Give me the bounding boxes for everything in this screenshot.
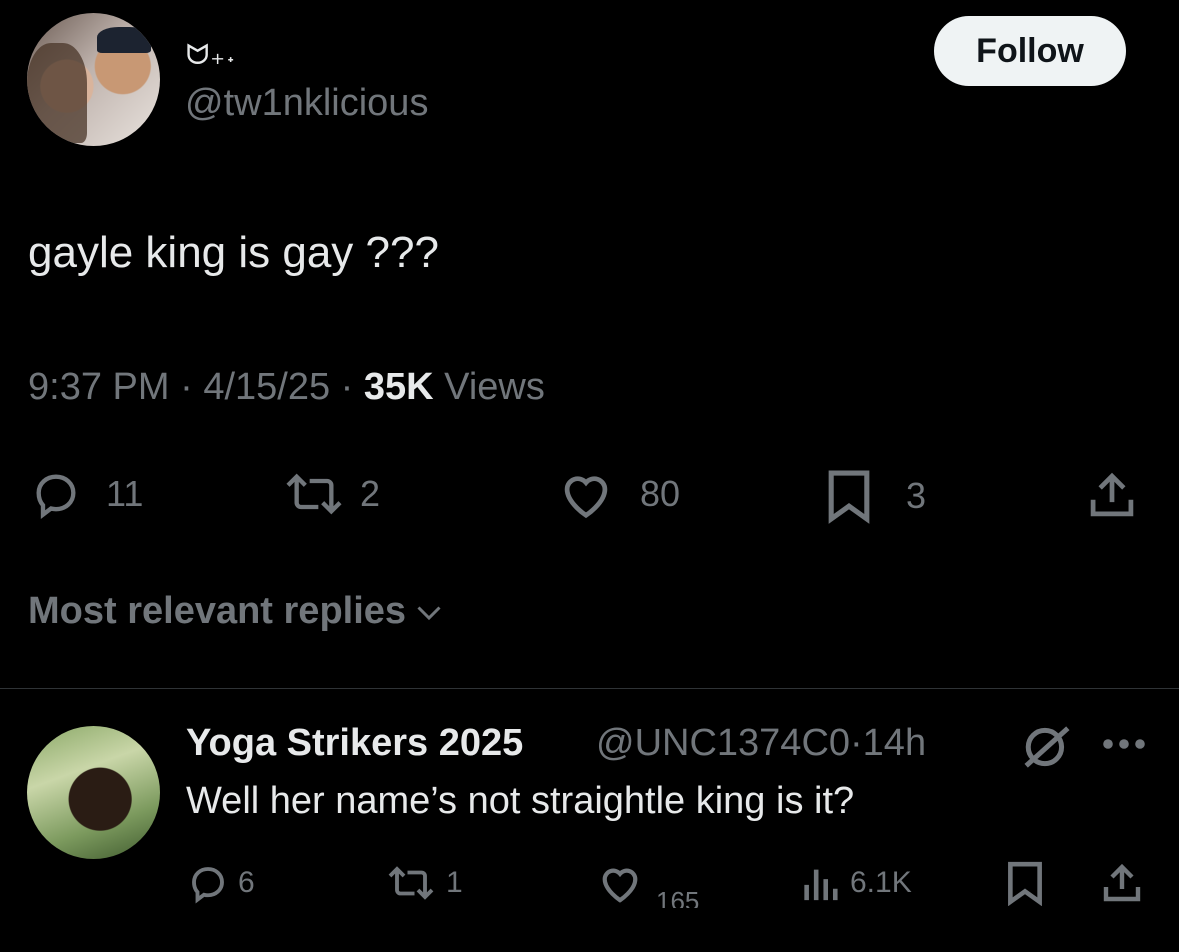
reply-bookmark-action[interactable]	[1006, 860, 1044, 906]
reply-count: 11	[106, 473, 144, 514]
display-name[interactable]: ᗢ₊˖	[186, 38, 236, 72]
bookmark-count: 3	[906, 475, 927, 516]
views-icon	[804, 869, 838, 901]
share-icon	[1103, 863, 1141, 902]
repost-icon	[286, 473, 342, 515]
reply-handle-meta: @UNC1374C0·14h	[596, 722, 926, 765]
avatar-photo-detail	[27, 43, 87, 143]
reply-reply-action[interactable]: 6	[186, 862, 255, 904]
like-count-animation: 165 165	[656, 852, 716, 908]
reply-views-action[interactable]: 6.1K	[800, 862, 912, 904]
tweet-time[interactable]: 9:37 PM	[28, 366, 170, 408]
separator: ·	[180, 366, 193, 408]
repost-icon	[388, 866, 434, 900]
divider	[0, 688, 1179, 689]
repost-action[interactable]: 2	[282, 468, 380, 520]
bookmark-icon	[828, 470, 870, 524]
bookmark-icon	[1008, 861, 1042, 906]
chevron-down-icon	[417, 605, 441, 620]
like-count-previous: 165	[656, 852, 699, 857]
bookmark-action[interactable]: 3	[826, 468, 926, 524]
views-count: 35K	[363, 366, 434, 408]
reply-repost-count: 1	[446, 866, 463, 899]
like-count: 165	[656, 886, 700, 908]
avatar[interactable]	[27, 13, 160, 146]
tweet-text: gayle king is gay ???	[28, 228, 439, 277]
user-handle[interactable]: @tw1nklicious	[185, 82, 428, 125]
share-icon	[1090, 472, 1134, 517]
heart-icon	[602, 868, 638, 903]
views-label: Views	[444, 366, 545, 408]
replies-sort-label: Most relevant replies	[28, 590, 407, 632]
reply-avatar[interactable]	[27, 726, 160, 859]
reply-action[interactable]: 11	[28, 468, 143, 520]
reply-age[interactable]: 14h	[863, 722, 926, 764]
like-count: 80	[640, 473, 681, 514]
grok-icon[interactable]	[1022, 724, 1072, 775]
reply-handle[interactable]: @UNC1374C0	[596, 722, 850, 764]
tweet-meta: 9:37 PM · 4/15/25 · 35K Views	[28, 366, 545, 409]
reply-like-action[interactable]	[596, 862, 644, 904]
repost-count: 2	[360, 473, 381, 514]
reply-reply-count: 6	[238, 866, 255, 899]
share-action[interactable]	[1086, 468, 1138, 522]
reply-repost-action[interactable]: 1	[384, 862, 463, 904]
separator: ·	[340, 366, 354, 408]
follow-button[interactable]: Follow	[934, 16, 1126, 86]
more-options-icon[interactable]	[1098, 722, 1150, 771]
avatar-photo-detail	[97, 27, 151, 53]
reply-views-count: 6.1K	[850, 866, 912, 899]
reply-share-action[interactable]	[1100, 860, 1144, 906]
tweet-date[interactable]: 4/15/25	[203, 366, 330, 408]
separator: ·	[850, 722, 863, 764]
reply-icon	[36, 474, 76, 519]
reply-text: Well her name’s not straightle king is i…	[186, 780, 855, 822]
reply-icon	[192, 867, 224, 904]
heart-icon	[564, 476, 608, 519]
reply-display-name[interactable]: Yoga Strikers 2025	[186, 722, 523, 765]
like-action[interactable]: 80	[556, 468, 680, 520]
replies-sort-dropdown[interactable]: Most relevant replies	[28, 590, 444, 633]
